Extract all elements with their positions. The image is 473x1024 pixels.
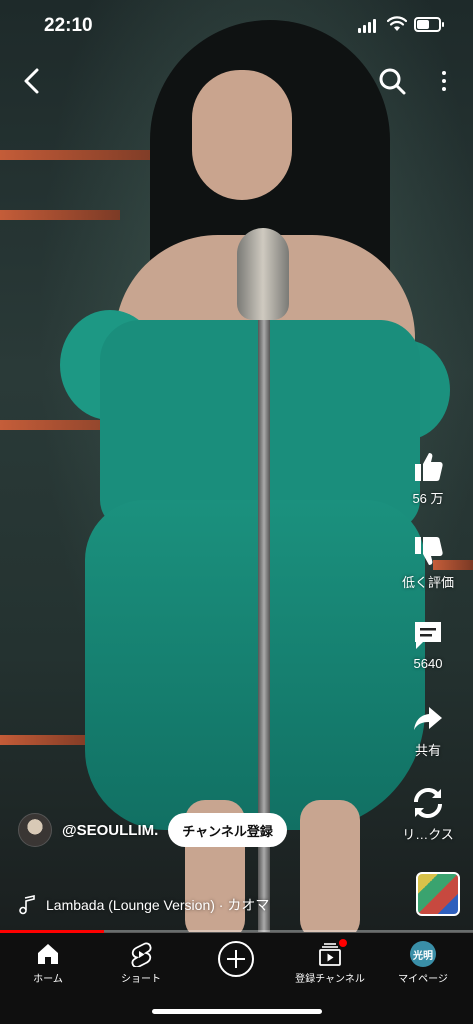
dislike-button[interactable]: 低く評価 <box>383 534 473 591</box>
status-bar: 22:10 <box>0 0 473 52</box>
status-time: 22:10 <box>44 15 93 36</box>
music-note-icon <box>19 895 35 915</box>
music-row[interactable]: Lambada (Lounge Version) · カオマ <box>18 893 269 917</box>
top-bar <box>0 60 473 104</box>
singer-leg <box>300 800 360 932</box>
background-shelf <box>0 150 160 160</box>
share-label: 共有 <box>414 743 441 758</box>
background-shelf <box>0 210 120 220</box>
like-count: 56 万 <box>412 491 444 506</box>
nav-shorts-label: ショート <box>121 974 161 985</box>
channel-avatar[interactable] <box>18 813 52 847</box>
bottom-nav: ホーム ショート 登録チャンネル 光明 マイページ <box>0 933 473 1024</box>
nav-home[interactable]: ホーム <box>3 941 93 985</box>
user-avatar: 光明 <box>410 941 436 967</box>
microphone <box>237 228 289 320</box>
nav-home-label: ホーム <box>33 974 63 985</box>
nav-shorts[interactable]: ショート <box>96 941 186 985</box>
dislike-label: 低く評価 <box>401 575 454 590</box>
home-indicator <box>152 1009 322 1014</box>
comments-button[interactable]: 5640 <box>383 618 473 671</box>
search-icon[interactable] <box>376 64 408 98</box>
share-icon <box>414 707 442 730</box>
channel-name[interactable]: @SEOULLIM. <box>62 822 158 839</box>
wifi-icon <box>387 16 407 31</box>
comment-icon <box>415 622 441 649</box>
comment-count: 5640 <box>413 656 443 671</box>
remix-button[interactable]: リ…クス <box>383 786 473 843</box>
subscribe-button[interactable]: チャンネル登録 <box>168 813 287 847</box>
music-thumbnail[interactable] <box>416 872 460 916</box>
notification-dot <box>339 939 347 947</box>
home-icon <box>38 944 58 964</box>
create-button[interactable] <box>218 941 254 977</box>
more-vertical-icon[interactable] <box>432 66 456 96</box>
like-button[interactable]: 56 万 <box>383 450 473 507</box>
thumbs-down-icon <box>415 537 443 565</box>
remix-label: リ…クス <box>402 827 454 842</box>
nav-subscriptions-label: 登録チャンネル <box>295 974 365 985</box>
battery-icon <box>414 17 444 32</box>
music-title: Lambada (Lounge Version) · カオマ <box>46 897 270 913</box>
nav-me[interactable]: 光明 マイページ <box>378 941 468 985</box>
battery-level <box>417 20 429 29</box>
thumbs-up-icon <box>415 453 443 481</box>
share-button[interactable]: 共有 <box>383 702 473 759</box>
cellular-signal-icon <box>358 19 376 33</box>
shorts-icon <box>131 942 152 967</box>
chevron-left-icon[interactable] <box>16 64 50 98</box>
channel-row: @SEOULLIM. チャンネル登録 <box>18 812 287 848</box>
nav-me-label: マイページ <box>398 974 448 985</box>
dress-skirt <box>85 500 425 830</box>
nav-subscriptions[interactable]: 登録チャンネル <box>285 939 375 985</box>
remix-icon <box>414 788 442 818</box>
